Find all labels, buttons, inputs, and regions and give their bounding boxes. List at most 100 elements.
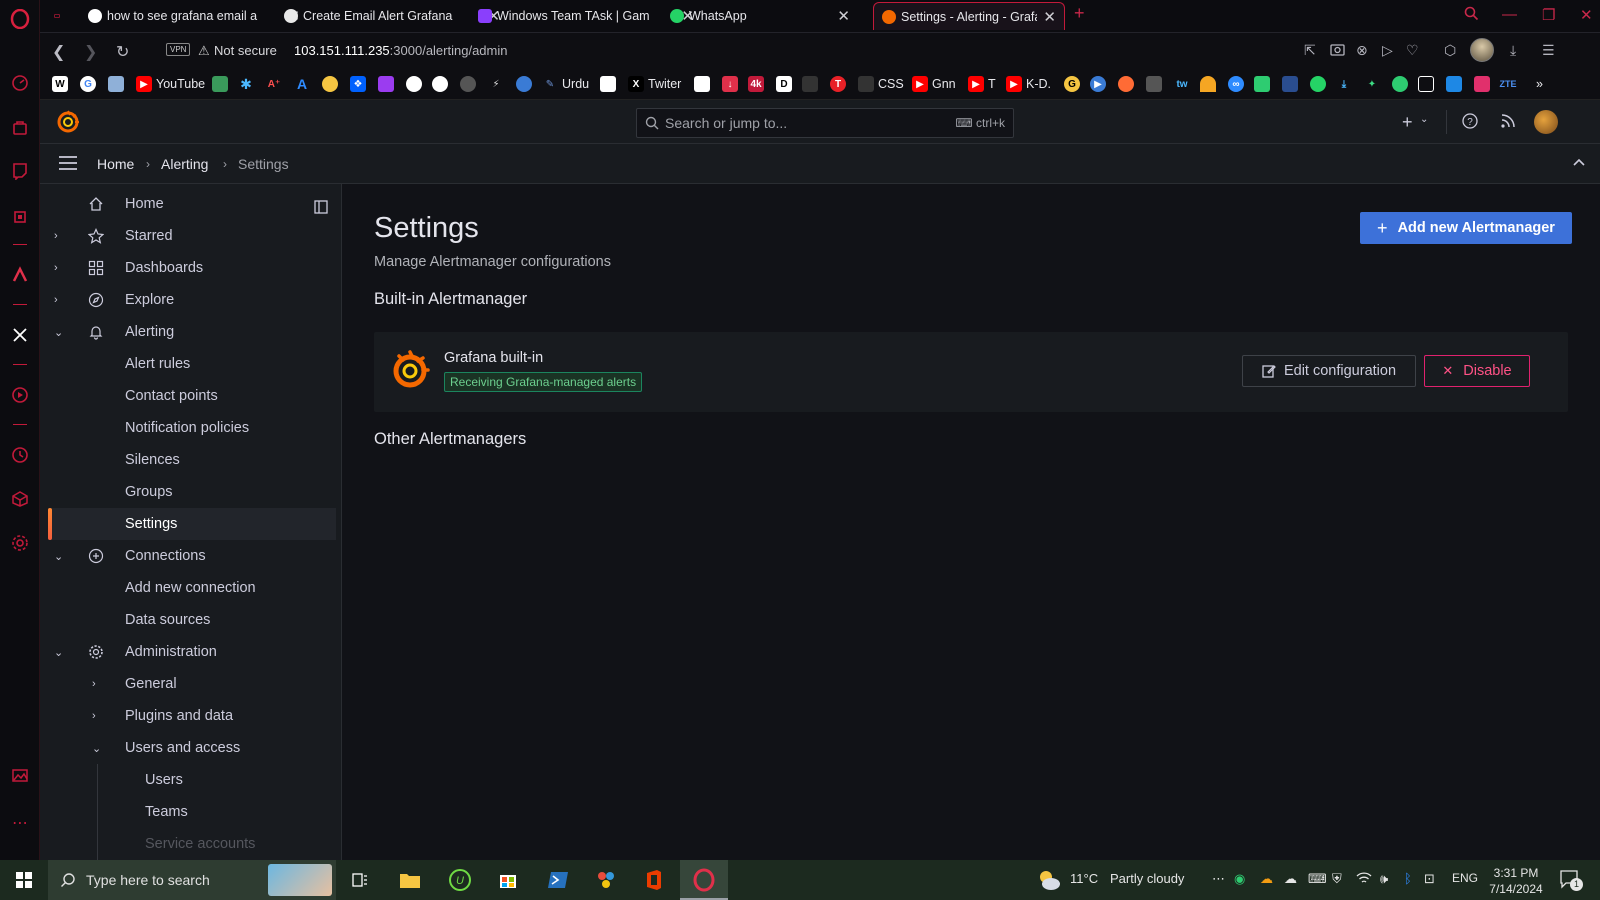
volume-icon[interactable]: 🕪 bbox=[1380, 871, 1388, 887]
bookmark-35[interactable] bbox=[1200, 74, 1220, 94]
nav-alerting[interactable]: ⌄ Alerting bbox=[40, 316, 341, 348]
bookmark-30[interactable]: G bbox=[1064, 74, 1084, 94]
maximize-icon[interactable]: ❐ bbox=[1542, 6, 1555, 24]
nav-home[interactable]: Home bbox=[40, 188, 341, 220]
security-label[interactable]: Not secure bbox=[214, 43, 277, 58]
grafana-logo-icon[interactable] bbox=[56, 110, 80, 134]
tray-overflow-icon[interactable]: ⋯ bbox=[1212, 871, 1225, 887]
bookmark-gnn[interactable]: ▶ Gnn bbox=[912, 74, 956, 94]
bookmark-31[interactable]: ▶ bbox=[1090, 74, 1110, 94]
cloud-sync-icon[interactable]: ☁ bbox=[1260, 871, 1273, 887]
bookmark-14[interactable] bbox=[460, 74, 480, 94]
powershell-icon[interactable] bbox=[546, 868, 570, 892]
breadcrumb-alerting[interactable]: Alerting bbox=[161, 156, 208, 172]
help-icon[interactable]: ? bbox=[1462, 113, 1478, 129]
chevron-down-icon[interactable]: ⌄ bbox=[54, 326, 63, 339]
gallery-icon[interactable] bbox=[9, 764, 31, 786]
bag-icon[interactable] bbox=[9, 116, 31, 138]
bookmark-7[interactable]: A⁺ bbox=[266, 74, 286, 94]
bookmark-chatgpt[interactable] bbox=[406, 74, 426, 94]
bookmark-css[interactable]: CSS bbox=[858, 74, 904, 94]
nav-general[interactable]: › General bbox=[40, 668, 341, 700]
bookmark-32[interactable] bbox=[1118, 74, 1138, 94]
windows-start-icon[interactable] bbox=[12, 868, 36, 892]
nav-silences[interactable]: Silences bbox=[40, 444, 341, 476]
bookmark-37[interactable] bbox=[1254, 74, 1274, 94]
bookmark-github[interactable] bbox=[432, 74, 452, 94]
bookmark-20[interactable] bbox=[694, 74, 714, 94]
close-window-icon[interactable]: ✕ bbox=[1580, 6, 1593, 24]
forward-icon[interactable]: ❯ bbox=[84, 42, 97, 62]
heart-icon[interactable]: ♡ bbox=[1406, 42, 1419, 59]
weather-temp[interactable]: 11°C bbox=[1070, 871, 1098, 886]
aria-icon[interactable] bbox=[9, 264, 31, 286]
nav-starred[interactable]: › Starred bbox=[40, 220, 341, 252]
reload-icon[interactable]: ↻ bbox=[116, 42, 129, 62]
bookmark-doc[interactable] bbox=[600, 74, 620, 94]
extensions-cube-icon[interactable]: ⬡ bbox=[1444, 42, 1456, 59]
bookmark-tv[interactable] bbox=[1418, 74, 1438, 94]
player-icon[interactable] bbox=[9, 384, 31, 406]
bookmark-instagram[interactable] bbox=[1474, 74, 1494, 94]
tray-app-icon[interactable]: ◉ bbox=[1234, 871, 1245, 887]
nav-users-and-access[interactable]: ⌄ Users and access bbox=[40, 732, 341, 764]
bookmark-urdu[interactable]: ✎ Urdu bbox=[542, 74, 589, 94]
bookmark-azure[interactable]: A bbox=[294, 74, 314, 94]
paint-app-icon[interactable] bbox=[594, 868, 618, 892]
bookmark-38[interactable] bbox=[1282, 74, 1302, 94]
nav-plugins-and-data[interactable]: › Plugins and data bbox=[40, 700, 341, 732]
microsoft-store-icon[interactable] bbox=[496, 868, 520, 892]
user-avatar[interactable] bbox=[1534, 110, 1558, 134]
disable-button[interactable]: ✕ Disable bbox=[1424, 355, 1530, 387]
bookmark-44[interactable] bbox=[1446, 74, 1466, 94]
settings-gear-icon[interactable] bbox=[9, 532, 31, 554]
bookmark-google[interactable]: G bbox=[80, 74, 100, 94]
bookmark-android[interactable]: ✦ bbox=[1364, 74, 1384, 94]
chevron-right-icon[interactable]: › bbox=[54, 230, 58, 242]
nav-connections[interactable]: ⌄ Connections bbox=[40, 540, 341, 572]
nav-data-sources[interactable]: Data sources bbox=[40, 604, 341, 636]
onedrive-icon[interactable]: ☁ bbox=[1284, 871, 1297, 887]
bookmark-t[interactable]: ▶ T bbox=[968, 74, 996, 94]
bookmark-zte[interactable]: ZTE bbox=[1500, 74, 1520, 94]
bookmark-33[interactable] bbox=[1146, 74, 1166, 94]
nav-add-new-connection[interactable]: Add new connection bbox=[40, 572, 341, 604]
chevron-down-icon[interactable]: ⌄ bbox=[54, 550, 63, 563]
opera-logo-icon[interactable] bbox=[9, 8, 31, 30]
back-icon[interactable]: ❮ bbox=[52, 42, 65, 62]
weather-icon[interactable] bbox=[1036, 867, 1062, 893]
speed-dial-icon[interactable] bbox=[9, 72, 31, 94]
bookmark-23[interactable]: D bbox=[776, 74, 796, 94]
display-icon[interactable]: ⊡ bbox=[1424, 871, 1435, 887]
add-new-alertmanager-button[interactable]: + Add new Alertmanager bbox=[1360, 212, 1572, 244]
chevron-down-icon[interactable]: ⌄ bbox=[92, 742, 101, 755]
weather-text[interactable]: Partly cloudy bbox=[1110, 871, 1184, 886]
hamburger-menu-icon[interactable] bbox=[58, 155, 78, 171]
minimize-icon[interactable]: — bbox=[1502, 6, 1517, 23]
bookmark-whatsapp[interactable] bbox=[1310, 74, 1330, 94]
chevron-right-icon[interactable]: › bbox=[54, 262, 58, 274]
bookmark-34[interactable]: tw bbox=[1174, 74, 1194, 94]
taskbar-search-input[interactable]: Type here to search bbox=[48, 860, 336, 900]
collapse-chevron-up-icon[interactable] bbox=[1572, 157, 1586, 167]
search-tabs-icon[interactable] bbox=[1464, 6, 1479, 21]
breadcrumb-home[interactable]: Home bbox=[97, 156, 134, 172]
close-icon[interactable]: ✕ bbox=[837, 7, 850, 25]
nav-administration[interactable]: ⌄ Administration bbox=[40, 636, 341, 668]
bookmark-22[interactable]: 4k bbox=[748, 74, 768, 94]
tab-4[interactable]: WhatsApp ✕ bbox=[662, 2, 858, 30]
bookmark-twiter[interactable]: X Twiter bbox=[628, 74, 681, 94]
x-twitter-icon[interactable] bbox=[9, 324, 31, 346]
nav-users[interactable]: Users bbox=[40, 764, 341, 796]
bookmark-6[interactable]: ✱ bbox=[238, 74, 258, 94]
menu-icon[interactable]: ☰ bbox=[1542, 42, 1555, 59]
cube-icon[interactable] bbox=[9, 488, 31, 510]
bookmark-24[interactable] bbox=[802, 74, 822, 94]
bookmark-kd[interactable]: ▶ K-D. bbox=[1006, 74, 1051, 94]
download-icon[interactable]: ⤓ bbox=[1510, 42, 1516, 59]
edit-configuration-button[interactable]: Edit configuration bbox=[1242, 355, 1416, 387]
bookmark-21[interactable]: ↓ bbox=[722, 74, 742, 94]
camera-icon[interactable] bbox=[1330, 42, 1345, 56]
profile-avatar[interactable] bbox=[1470, 38, 1494, 62]
tab-workspaces[interactable] bbox=[46, 2, 68, 30]
